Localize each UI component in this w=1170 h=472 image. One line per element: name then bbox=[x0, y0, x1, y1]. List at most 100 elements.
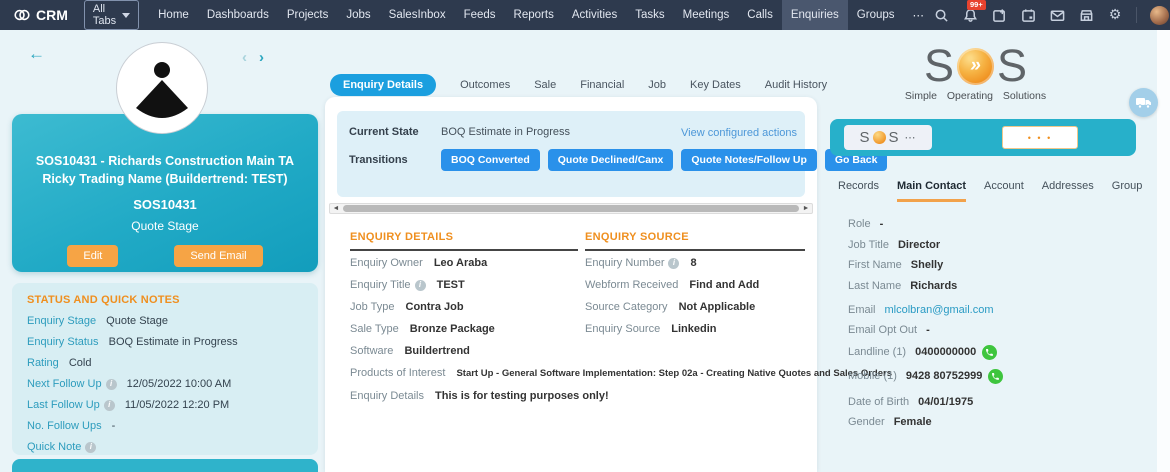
transition-quote-declined-button[interactable]: Quote Declined/Canx bbox=[548, 149, 674, 171]
field-last-name: Last Name Richards bbox=[848, 280, 1003, 292]
tab-home[interactable]: Home bbox=[149, 0, 198, 30]
tab-account[interactable]: Account bbox=[984, 180, 1024, 202]
field-mobile: Mobile (1) 9428 80752999 bbox=[848, 369, 1003, 384]
field-gender: Gender Female bbox=[848, 416, 1003, 428]
send-email-button[interactable]: Send Email bbox=[174, 245, 262, 267]
tab-main-contact[interactable]: Main Contact bbox=[897, 180, 966, 202]
all-tabs-dropdown[interactable]: All Tabs bbox=[84, 0, 139, 30]
logo-pill-button[interactable]: S S ⋯ bbox=[844, 125, 932, 150]
scroll-left-icon[interactable]: ◄ bbox=[330, 204, 342, 213]
tab-key-dates[interactable]: Key Dates bbox=[690, 79, 741, 91]
enquiry-details-card: Current State BOQ Estimate in Progress V… bbox=[325, 97, 817, 472]
tab-projects[interactable]: Projects bbox=[278, 0, 338, 30]
tab-feeds[interactable]: Feeds bbox=[455, 0, 505, 30]
field-enquiry-number: Enquiry Numberi 8 bbox=[585, 257, 805, 269]
related-logo-bar: S S ⋯ • • • bbox=[830, 119, 1136, 156]
tab-reports[interactable]: Reports bbox=[505, 0, 563, 30]
all-tabs-label: All Tabs bbox=[93, 3, 116, 27]
compose-new-icon[interactable] bbox=[991, 7, 1007, 23]
record-image-avatar[interactable] bbox=[116, 42, 208, 134]
field-email: Email mlcolbran@gmail.com bbox=[848, 304, 1003, 316]
tab-salesinbox[interactable]: SalesInbox bbox=[380, 0, 455, 30]
scroll-right-icon[interactable]: ► bbox=[800, 204, 812, 213]
tab-calls[interactable]: Calls bbox=[738, 0, 782, 30]
info-icon[interactable]: i bbox=[106, 379, 117, 390]
enquiry-source-section: Enquiry Numberi 8 Webform Received Find … bbox=[585, 257, 805, 345]
record-title: SOS10431 - Richards Construction Main TA… bbox=[12, 152, 318, 188]
floating-action-button[interactable] bbox=[1129, 88, 1158, 117]
tab-enquiries[interactable]: Enquiries bbox=[782, 0, 848, 30]
tab-sale[interactable]: Sale bbox=[534, 79, 556, 91]
tab-dashboards[interactable]: Dashboards bbox=[198, 0, 278, 30]
search-icon[interactable] bbox=[933, 7, 949, 23]
tab-job[interactable]: Job bbox=[648, 79, 666, 91]
field-source-category: Source Category Not Applicable bbox=[585, 301, 805, 313]
tab-outcomes[interactable]: Outcomes bbox=[460, 79, 510, 91]
call-phone-icon[interactable] bbox=[982, 345, 997, 360]
previous-record-icon[interactable]: ‹ bbox=[242, 49, 247, 66]
contact-tabs: Records Main Contact Account Addresses G… bbox=[838, 180, 1142, 202]
field-enquiry-details-text: Enquiry Details This is for testing purp… bbox=[350, 390, 805, 402]
tab-tasks[interactable]: Tasks bbox=[626, 0, 673, 30]
field-landline: Landline (1) 0400000000 bbox=[848, 345, 1003, 360]
tab-activities[interactable]: Activities bbox=[563, 0, 626, 30]
info-icon[interactable]: i bbox=[85, 442, 96, 453]
company-tagline: Simple Operating Solutions bbox=[893, 90, 1058, 102]
notifications-bell-icon[interactable]: 99+ bbox=[962, 7, 978, 23]
ellipsis-icon: • • • bbox=[1028, 133, 1052, 143]
edit-button[interactable]: Edit bbox=[67, 245, 118, 267]
tab-financial[interactable]: Financial bbox=[580, 79, 624, 91]
info-icon[interactable]: i bbox=[104, 400, 115, 411]
settings-gear-icon[interactable]: ⚙ bbox=[1107, 7, 1123, 23]
email-link[interactable]: mlcolbran@gmail.com bbox=[885, 304, 994, 316]
next-record-icon[interactable]: › bbox=[259, 49, 264, 66]
enquiry-details-section-header: ENQUIRY DETAILS bbox=[350, 231, 578, 251]
mail-icon[interactable] bbox=[1049, 7, 1065, 23]
company-logo: S » S Simple Operating Solutions bbox=[893, 44, 1058, 102]
transition-boq-converted-button[interactable]: BOQ Converted bbox=[441, 149, 540, 171]
tab-meetings[interactable]: Meetings bbox=[674, 0, 739, 30]
scrollbar-thumb[interactable] bbox=[343, 205, 799, 212]
field-enquiry-source: Enquiry Source Linkedin bbox=[585, 323, 805, 335]
calendar-icon[interactable] bbox=[1020, 7, 1036, 23]
blueprint-state-panel: Current State BOQ Estimate in Progress V… bbox=[337, 111, 805, 197]
top-navbar: CRM All Tabs Home Dashboards Projects Jo… bbox=[0, 0, 1170, 30]
main-contact-fields: Role - Job Title Director First Name She… bbox=[848, 218, 1003, 437]
horizontal-scrollbar[interactable]: ◄ ► bbox=[329, 203, 813, 214]
logo-dot-icon bbox=[873, 131, 886, 144]
tab-groups[interactable]: Groups bbox=[848, 0, 904, 30]
user-avatar[interactable] bbox=[1150, 6, 1169, 25]
record-id: SOS10431 bbox=[12, 197, 318, 212]
transitions-label: Transitions bbox=[349, 154, 441, 166]
marketplace-icon[interactable] bbox=[1078, 7, 1094, 23]
more-tabs-icon[interactable]: ⋯ bbox=[904, 0, 934, 30]
tab-jobs[interactable]: Jobs bbox=[337, 0, 379, 30]
field-date-of-birth: Date of Birth 04/01/1975 bbox=[848, 396, 1003, 408]
more-actions-button[interactable]: • • • bbox=[1002, 126, 1078, 149]
field-job-title: Job Title Director bbox=[848, 239, 1003, 251]
info-icon[interactable]: i bbox=[415, 280, 426, 291]
tab-records[interactable]: Records bbox=[838, 180, 879, 202]
zoho-crm-logo[interactable]: CRM bbox=[14, 7, 68, 23]
tab-enquiry-details[interactable]: Enquiry Details bbox=[330, 74, 436, 96]
call-phone-icon[interactable] bbox=[988, 369, 1003, 384]
field-email-opt-out: Email Opt Out - bbox=[848, 324, 1003, 336]
brand-label: CRM bbox=[36, 7, 68, 23]
notification-count-badge: 99+ bbox=[967, 0, 986, 10]
view-configured-actions-link[interactable]: View configured actions bbox=[681, 127, 797, 139]
field-first-name: First Name Shelly bbox=[848, 259, 1003, 271]
tab-group[interactable]: Group bbox=[1112, 180, 1143, 202]
current-state-value: BOQ Estimate in Progress bbox=[441, 126, 570, 138]
field-products-of-interest: Products of Interest Start Up - General … bbox=[350, 367, 805, 380]
tab-audit-history[interactable]: Audit History bbox=[765, 79, 827, 91]
topnav-actions: 99+ ⚙ bbox=[933, 0, 1170, 30]
tab-addresses[interactable]: Addresses bbox=[1042, 180, 1094, 202]
truck-icon bbox=[1136, 97, 1152, 109]
transition-quote-notes-button[interactable]: Quote Notes/Follow Up bbox=[681, 149, 817, 171]
record-stage: Quote Stage bbox=[12, 219, 318, 233]
logo-letter: S bbox=[997, 44, 1027, 88]
detail-tabs: Enquiry Details Outcomes Sale Financial … bbox=[330, 74, 827, 96]
info-icon[interactable]: i bbox=[668, 258, 679, 269]
enquiry-source-section-header: ENQUIRY SOURCE bbox=[585, 231, 805, 251]
back-arrow-icon[interactable]: ← bbox=[28, 44, 45, 64]
